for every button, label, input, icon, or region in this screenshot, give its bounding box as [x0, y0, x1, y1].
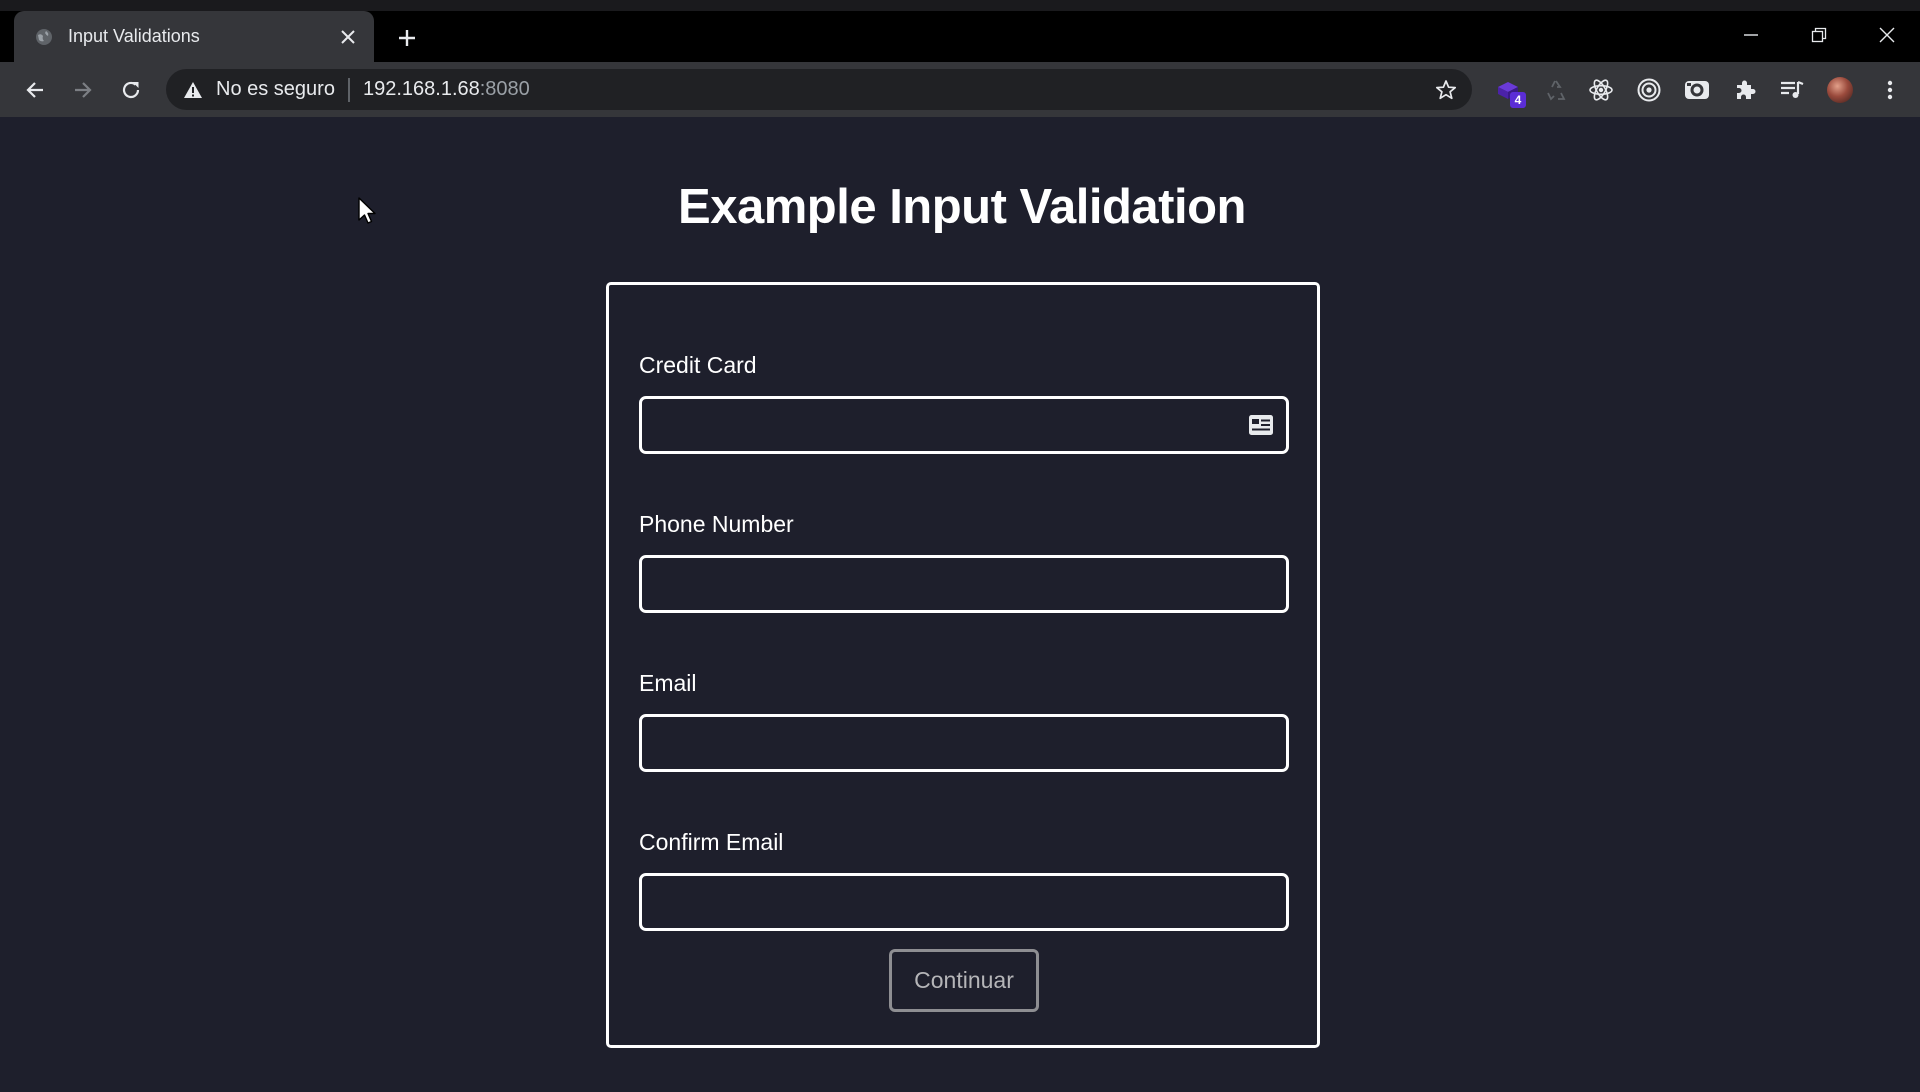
avatar [1827, 77, 1853, 103]
url-port: :8080 [479, 78, 530, 100]
page-title: Example Input Validation [678, 180, 1246, 234]
menu-dots-icon[interactable] [1874, 74, 1906, 106]
reload-button[interactable] [114, 73, 148, 107]
tab-title: Input Validations [68, 26, 200, 46]
restore-button[interactable] [1796, 17, 1842, 53]
confirm-email-input-box[interactable] [639, 873, 1289, 931]
camera-ext-icon[interactable] [1681, 74, 1713, 106]
close-icon [1879, 27, 1895, 43]
email-input[interactable] [642, 717, 1286, 769]
browser-tab[interactable]: Input Validations [14, 11, 374, 62]
page-content: Example Input Validation Credit Card Pho… [0, 117, 1920, 1092]
minimize-button[interactable] [1728, 17, 1774, 53]
validation-form: Credit Card Phone Number Email Confirm E… [606, 282, 1320, 1048]
confirm-email-label: Confirm Email [639, 829, 784, 855]
mouse-cursor-icon [358, 197, 376, 224]
continue-button[interactable]: Continuar [889, 949, 1039, 1012]
arrow-left-icon [26, 82, 43, 98]
phone-input[interactable] [642, 558, 1286, 610]
credit-card-input-box[interactable] [639, 396, 1289, 454]
restore-icon [1811, 27, 1827, 43]
minimize-icon [1744, 34, 1758, 36]
phone-field: Phone Number [639, 511, 1289, 613]
email-field: Email [639, 670, 1289, 772]
ext-purple-icon[interactable]: 4 [1492, 74, 1526, 108]
contact-card-icon[interactable] [1249, 415, 1273, 435]
globe-icon [34, 27, 54, 47]
arrow-right-icon [75, 82, 92, 98]
phone-input-box[interactable] [639, 555, 1289, 613]
email-input-box[interactable] [639, 714, 1289, 772]
playlist-icon[interactable] [1776, 74, 1808, 106]
window-top-strip [0, 0, 1920, 11]
tab-bar: Input Validations [0, 11, 1920, 62]
email-label: Email [639, 670, 697, 696]
new-tab-button[interactable] [392, 23, 422, 53]
extension-badge: 4 [1510, 92, 1526, 108]
back-button[interactable] [18, 73, 52, 107]
plus-icon [399, 30, 415, 46]
react-icon[interactable] [1585, 74, 1617, 106]
url-host: 192.168.1.68 [362, 78, 480, 100]
credit-card-label: Credit Card [639, 352, 757, 378]
browser-toolbar: No es seguro 192.168.1.68:8080 4 [0, 62, 1920, 117]
forward-button[interactable] [66, 73, 100, 107]
security-status[interactable]: No es seguro [216, 78, 335, 101]
puzzle-icon[interactable] [1729, 74, 1761, 106]
tab-close-icon[interactable] [334, 23, 362, 51]
warning-icon[interactable] [182, 79, 204, 101]
recycle-icon[interactable] [1540, 74, 1572, 106]
address-bar[interactable]: No es seguro 192.168.1.68:8080 [166, 69, 1472, 110]
confirm-email-field: Confirm Email [639, 829, 1289, 931]
window-close-button[interactable] [1864, 17, 1910, 53]
reload-icon [122, 81, 140, 99]
credit-card-field: Credit Card [639, 352, 1289, 454]
credit-card-input[interactable] [642, 399, 1286, 451]
address-divider [347, 77, 350, 102]
phone-label: Phone Number [639, 511, 794, 537]
confirm-email-input[interactable] [642, 876, 1286, 928]
bookmark-star-icon[interactable] [1434, 78, 1458, 102]
profile-avatar[interactable] [1824, 74, 1856, 106]
target-icon[interactable] [1633, 74, 1665, 106]
